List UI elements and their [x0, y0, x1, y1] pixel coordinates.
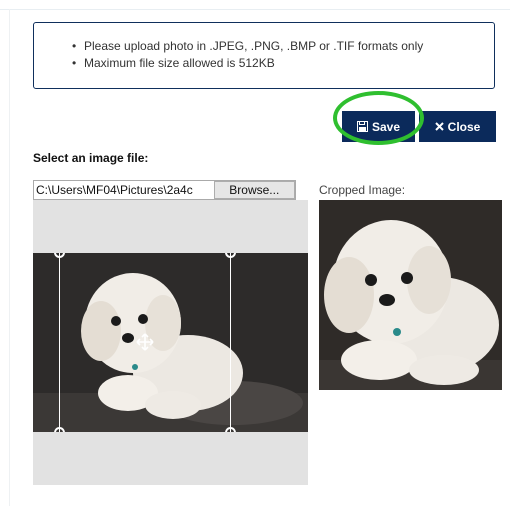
save-button[interactable]: Save	[342, 111, 415, 142]
instruction-size: Maximum file size allowed is 512KB	[72, 55, 423, 72]
browse-button[interactable]: Browse...	[213, 181, 295, 199]
close-label: Close	[447, 119, 481, 134]
instructions-list: Please upload photo in .JPEG, .PNG, .BMP…	[72, 38, 423, 72]
crop-selection-box[interactable]	[54, 253, 236, 432]
save-label: Save	[371, 119, 401, 134]
file-input[interactable]: C:\Users\MF04\Pictures\2a4c Browse...	[33, 180, 296, 200]
cropped-image-preview	[319, 200, 502, 390]
cropped-dog-image	[319, 200, 502, 390]
file-path-field[interactable]: C:\Users\MF04\Pictures\2a4c	[34, 183, 212, 197]
cropped-image-label: Cropped Image:	[319, 183, 406, 197]
move-arrows-icon[interactable]	[136, 333, 154, 351]
panel-left-border	[9, 9, 10, 506]
crop-canvas[interactable]	[33, 200, 308, 485]
crop-handle-bottom-right[interactable]	[225, 427, 236, 432]
source-photo	[33, 253, 308, 432]
x-close-icon	[434, 122, 444, 131]
panel-top-border	[0, 9, 510, 10]
floppy-disk-icon	[356, 121, 368, 132]
select-image-label: Select an image file:	[33, 151, 149, 165]
close-button[interactable]: Close	[419, 111, 496, 142]
instruction-formats: Please upload photo in .JPEG, .PNG, .BMP…	[72, 38, 423, 55]
upload-instructions-box: Please upload photo in .JPEG, .PNG, .BMP…	[33, 22, 495, 89]
crop-handle-bottom-left[interactable]	[54, 427, 65, 432]
